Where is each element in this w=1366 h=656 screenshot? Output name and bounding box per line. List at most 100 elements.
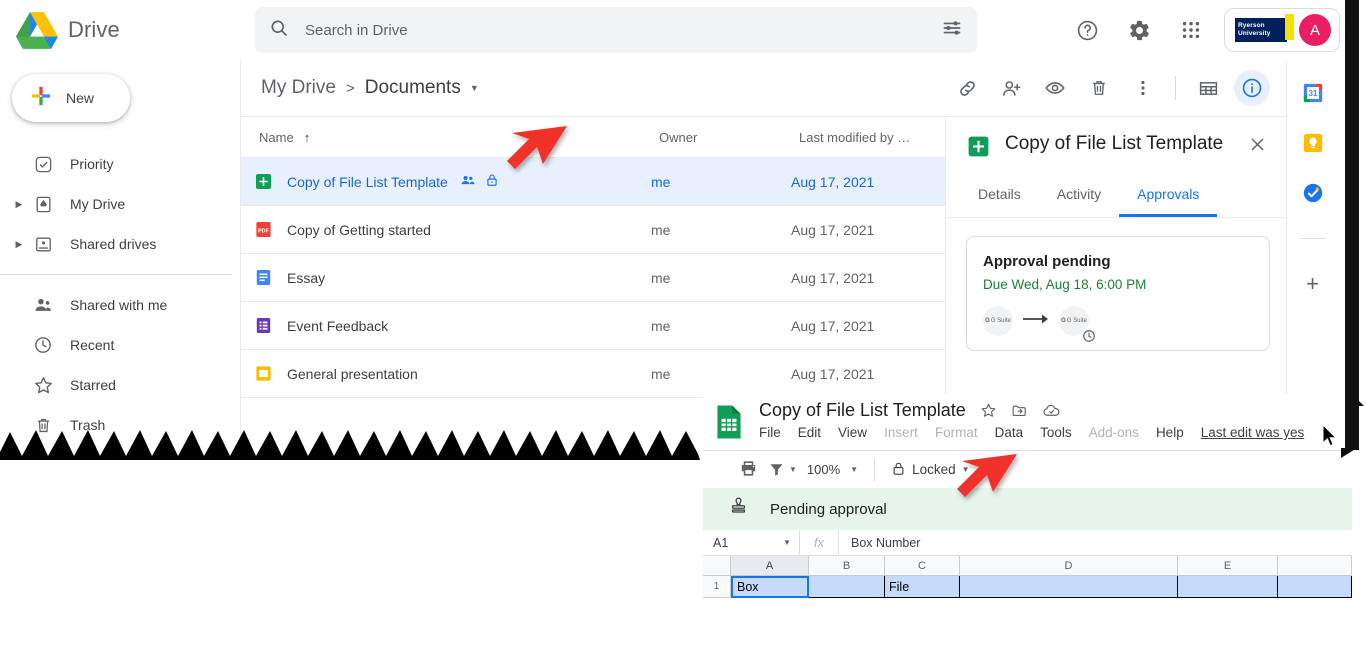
menu-addons[interactable]: Add-ons <box>1089 425 1139 440</box>
file-name-link[interactable]: Essay <box>287 270 325 286</box>
table-row[interactable]: Essay me Aug 17, 2021 <box>241 253 945 301</box>
sheets-document-title[interactable]: Copy of File List Template <box>759 400 966 421</box>
menu-data[interactable]: Data <box>995 425 1024 440</box>
table-row[interactable]: General presentation me Aug 17, 2021 <box>241 349 945 397</box>
gear-icon[interactable] <box>1120 11 1158 49</box>
star-icon[interactable] <box>980 402 997 419</box>
sidebar-item-priority[interactable]: Priority <box>0 144 240 184</box>
google-calendar-icon[interactable]: 31 <box>1302 82 1324 104</box>
menu-view[interactable]: View <box>838 425 867 440</box>
sidebar-item-starred[interactable]: Starred <box>0 365 240 405</box>
svg-text:PDF: PDF <box>257 228 269 234</box>
breadcrumb-my-drive[interactable]: My Drive <box>261 77 336 99</box>
file-badges <box>460 172 499 191</box>
menu-help[interactable]: Help <box>1156 425 1184 440</box>
help-icon[interactable] <box>1068 11 1106 49</box>
add-addon-icon[interactable]: + <box>1306 271 1319 297</box>
search-input[interactable]: Search in Drive <box>255 7 977 53</box>
sort-ascending-icon[interactable]: ↑ <box>304 130 311 145</box>
file-name-link[interactable]: General presentation <box>287 366 418 382</box>
cell-d1[interactable] <box>960 576 1178 598</box>
tab-activity[interactable]: Activity <box>1039 186 1119 217</box>
column-header-b[interactable]: B <box>809 556 885 576</box>
menu-tools[interactable]: Tools <box>1040 425 1072 440</box>
column-header-modified[interactable]: Last modified by … <box>799 130 945 145</box>
avatar[interactable]: A <box>1299 14 1331 46</box>
column-header-f[interactable] <box>1278 556 1352 576</box>
more-options-icon[interactable] <box>1125 70 1161 106</box>
torn-paper-zigzag-divider <box>0 424 700 464</box>
row-header-1[interactable]: 1 <box>703 576 731 598</box>
google-tasks-icon[interactable] <box>1302 182 1324 204</box>
sidebar-item-recent[interactable]: Recent <box>0 325 240 365</box>
column-header-d[interactable]: D <box>960 556 1178 576</box>
menu-edit[interactable]: Edit <box>798 425 821 440</box>
formula-input[interactable]: Box Number <box>839 536 920 550</box>
filter-icon[interactable]: ▼ <box>768 461 797 478</box>
tune-icon[interactable] <box>941 17 963 44</box>
table-row[interactable]: Copy of File List Template me <box>241 157 945 205</box>
name-box[interactable]: A1 ▼ <box>703 536 799 550</box>
cell-f1[interactable] <box>1278 576 1352 598</box>
table-row[interactable]: Event Feedback me Aug 17, 2021 <box>241 301 945 349</box>
file-name-link[interactable]: Event Feedback <box>287 318 388 334</box>
sidebar-item-my-drive[interactable]: ▶ My Drive <box>0 184 240 224</box>
expand-caret-icon[interactable]: ▶ <box>10 239 28 250</box>
google-keep-icon[interactable] <box>1302 132 1324 154</box>
table-row[interactable]: PDF Copy of Getting started me Aug 17, 2… <box>241 205 945 253</box>
print-icon[interactable] <box>739 459 758 481</box>
preview-eye-icon[interactable] <box>1037 70 1073 106</box>
get-link-icon[interactable] <box>949 70 985 106</box>
expand-caret-icon[interactable]: ▶ <box>10 199 28 210</box>
details-file-title: Copy of File List Template <box>1005 131 1230 157</box>
column-header-c[interactable]: C <box>885 556 960 576</box>
cell-a1[interactable]: Box <box>731 576 809 598</box>
tab-approvals[interactable]: Approvals <box>1119 186 1217 217</box>
cell-c1[interactable]: File <box>885 576 960 598</box>
cell-e1[interactable] <box>1178 576 1278 598</box>
sidebar-item-shared-drives[interactable]: ▶ Shared drives <box>0 224 240 264</box>
column-header-name[interactable]: Name ↑ <box>249 130 659 145</box>
arrow-right-icon <box>1023 312 1049 330</box>
drive-cloud-status-icon[interactable] <box>1042 401 1061 420</box>
my-drive-icon <box>28 195 58 214</box>
last-edit-status[interactable]: Last edit was yes <box>1201 425 1305 440</box>
pdf-file-icon: PDF <box>249 220 277 239</box>
menu-file[interactable]: File <box>759 425 781 440</box>
zoom-level[interactable]: 100% <box>807 462 840 477</box>
approval-card[interactable]: Approval pending Due Wed, Aug 18, 6:00 P… <box>966 236 1270 351</box>
clock-icon <box>1081 328 1097 344</box>
google-drive-window: Drive Search in Drive <box>0 0 1352 455</box>
column-header-owner[interactable]: Owner <box>659 130 799 145</box>
breadcrumb-current-folder[interactable]: Documents <box>365 77 461 99</box>
move-to-folder-icon[interactable] <box>1011 402 1028 419</box>
sheets-toolbar: ▼ 100% ▼ Locked ▼ <box>703 450 1352 488</box>
select-all-corner[interactable] <box>703 556 731 576</box>
chevron-down-icon[interactable]: ▼ <box>783 538 791 547</box>
menu-format[interactable]: Format <box>935 425 978 440</box>
file-name-link[interactable]: Copy of Getting started <box>287 222 431 238</box>
column-header-e[interactable]: E <box>1178 556 1278 576</box>
lock-icon[interactable] <box>485 172 499 191</box>
drive-logo-and-name[interactable]: Drive <box>0 12 255 49</box>
sidebar-item-shared-with-me[interactable]: Shared with me <box>0 285 240 325</box>
chevron-down-icon[interactable]: ▼ <box>789 465 797 474</box>
file-name-link[interactable]: Copy of File List Template <box>287 174 448 190</box>
chevron-down-icon[interactable]: ▼ <box>470 83 479 93</box>
column-header-a[interactable]: A <box>731 556 809 576</box>
details-info-icon[interactable] <box>1234 70 1270 106</box>
grid-view-icon[interactable] <box>1190 70 1226 106</box>
account-chip[interactable]: Ryerson University A <box>1224 8 1340 52</box>
chevron-down-icon[interactable]: ▼ <box>850 465 858 474</box>
shared-people-icon[interactable] <box>460 172 476 191</box>
cell-b1[interactable] <box>809 576 885 598</box>
tab-details[interactable]: Details <box>960 186 1039 217</box>
svg-text:31: 31 <box>1308 89 1317 98</box>
pending-approval-text: Pending approval <box>770 501 887 518</box>
close-icon[interactable] <box>1244 131 1270 157</box>
apps-grid-icon[interactable] <box>1172 11 1210 49</box>
menu-insert[interactable]: Insert <box>884 425 918 440</box>
remove-trash-icon[interactable] <box>1081 70 1117 106</box>
new-button[interactable]: New <box>12 74 130 122</box>
add-person-icon[interactable] <box>993 70 1029 106</box>
